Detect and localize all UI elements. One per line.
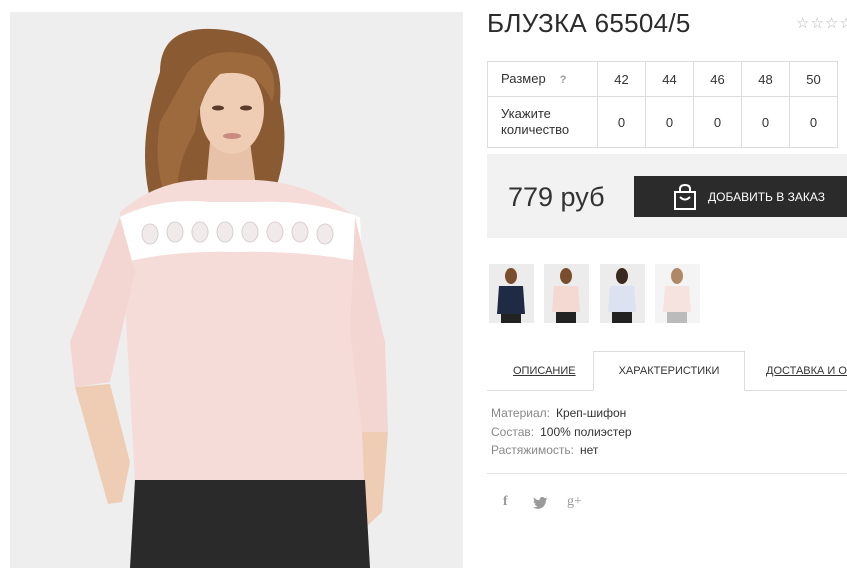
section-divider bbox=[487, 473, 847, 474]
quantity-input-50[interactable]: 0 bbox=[789, 96, 838, 148]
thumbnail-4-image bbox=[655, 264, 700, 323]
quantity-input-48[interactable]: 0 bbox=[741, 96, 790, 148]
quantity-row: Укажите количество 0 0 0 0 0 bbox=[487, 96, 838, 148]
size-label: Размер bbox=[501, 70, 546, 86]
spec-stretch: Растяжимость: нет bbox=[491, 443, 598, 457]
facebook-icon[interactable]: f bbox=[503, 494, 508, 510]
spec-stretch-value: нет bbox=[580, 443, 599, 457]
add-to-order-label: ДОБАВИТЬ В ЗАКАЗ bbox=[708, 189, 825, 204]
size-50: 50 bbox=[789, 61, 838, 97]
model-illustration bbox=[10, 12, 463, 568]
thumbnail-2-image bbox=[544, 264, 589, 323]
quantity-input-46[interactable]: 0 bbox=[693, 96, 742, 148]
product-main-image[interactable] bbox=[10, 12, 463, 568]
rating-stars[interactable]: ☆☆☆☆ bbox=[796, 14, 847, 32]
thumbnail-1-image bbox=[489, 264, 534, 323]
spec-material: Материал: Креп-шифон bbox=[491, 406, 626, 420]
quantity-label: Укажите количество bbox=[487, 96, 598, 148]
thumbnail-2[interactable] bbox=[544, 264, 589, 323]
price-panel: 779 руб ДОБАВИТЬ В ЗАКАЗ bbox=[487, 154, 847, 238]
thumbnail-4[interactable] bbox=[655, 264, 700, 323]
tab-characteristics[interactable]: ХАРАКТЕРИСТИКИ bbox=[593, 351, 745, 391]
quantity-input-42[interactable]: 0 bbox=[597, 96, 646, 148]
spec-material-key: Материал: bbox=[491, 406, 550, 420]
quantity-input-44[interactable]: 0 bbox=[645, 96, 694, 148]
add-to-order-button[interactable]: ДОБАВИТЬ В ЗАКАЗ bbox=[634, 176, 847, 217]
thumbnail-3[interactable] bbox=[600, 264, 645, 323]
spec-composition: Состав: 100% полиэстер bbox=[491, 425, 632, 439]
shopping-bag-icon bbox=[674, 183, 696, 210]
size-quantity-table: Размер? 42 44 46 48 50 Укажите количеств… bbox=[487, 61, 838, 148]
thumbnail-1[interactable] bbox=[489, 264, 534, 323]
spec-stretch-key: Растяжимость: bbox=[491, 443, 575, 457]
size-label-cell: Размер? bbox=[487, 61, 598, 97]
tab-description[interactable]: ОПИСАНИЕ bbox=[513, 351, 576, 390]
spec-material-value: Креп-шифон bbox=[555, 406, 627, 420]
size-help-icon[interactable]: ? bbox=[560, 74, 567, 86]
price: 779 руб bbox=[508, 182, 605, 212]
product-title: БЛУЗКА 65504/5 bbox=[487, 8, 691, 38]
google-plus-icon[interactable]: g+ bbox=[567, 494, 582, 510]
tab-delivery[interactable]: ДОСТАВКА И ОП bbox=[766, 351, 847, 390]
twitter-icon[interactable] bbox=[533, 497, 548, 509]
size-46: 46 bbox=[693, 61, 742, 97]
size-44: 44 bbox=[645, 61, 694, 97]
size-row: Размер? 42 44 46 48 50 bbox=[487, 61, 838, 97]
size-48: 48 bbox=[741, 61, 790, 97]
spec-composition-value: 100% полиэстер bbox=[540, 425, 632, 439]
size-42: 42 bbox=[597, 61, 646, 97]
spec-composition-key: Состав: bbox=[491, 425, 535, 439]
thumbnail-3-image bbox=[600, 264, 645, 323]
